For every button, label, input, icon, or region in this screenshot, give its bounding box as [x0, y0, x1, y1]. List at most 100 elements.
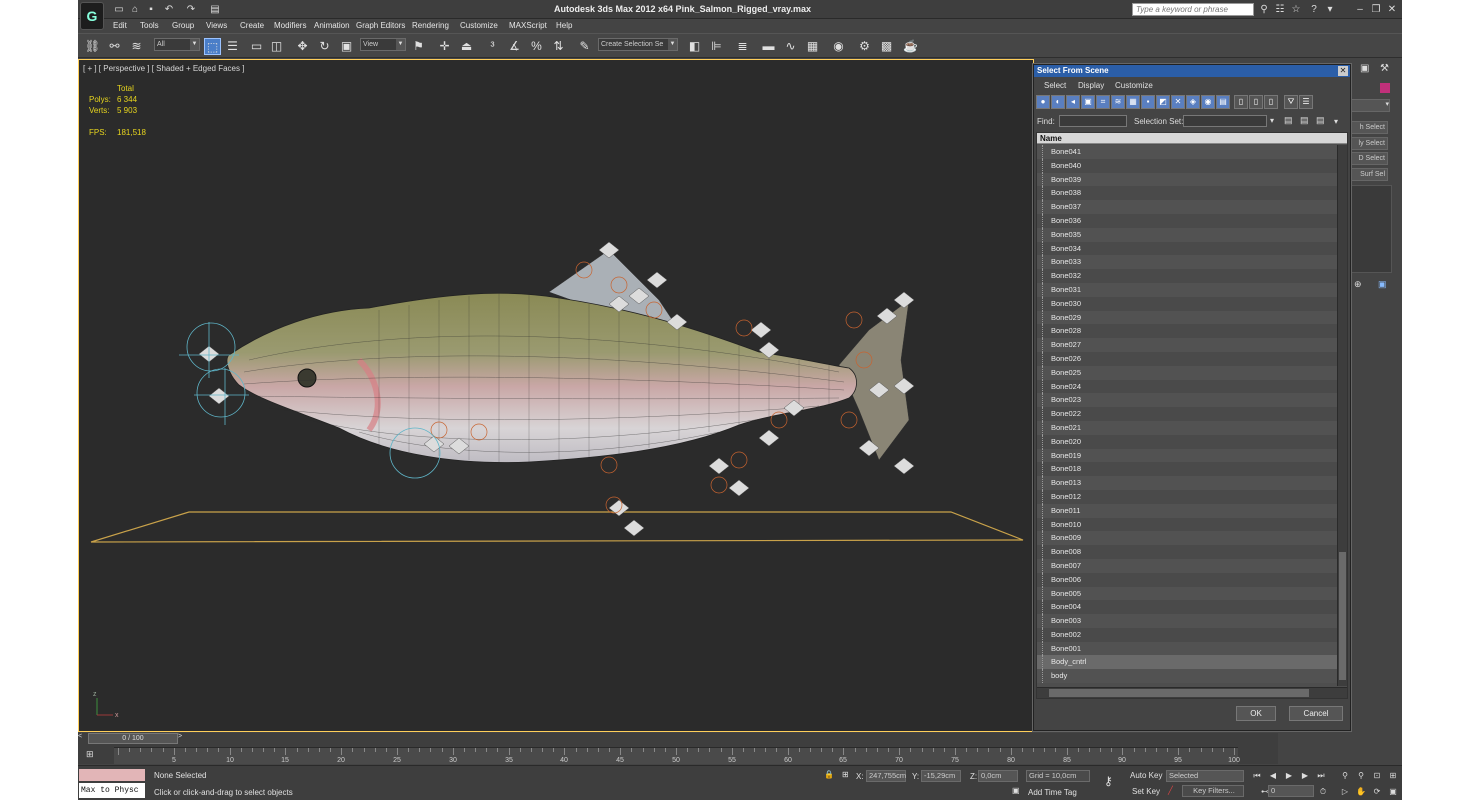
dialog-menu-select[interactable]: Select — [1044, 81, 1066, 90]
list-item[interactable]: Bone024 — [1037, 379, 1337, 394]
display-cameras-icon[interactable]: ▣ — [1081, 95, 1095, 109]
list-item[interactable]: Bone040 — [1037, 158, 1337, 173]
list-item[interactable]: Bone010 — [1037, 517, 1337, 532]
menu-rendering[interactable]: Rendering — [412, 21, 449, 30]
menu-animation[interactable]: Animation — [314, 21, 350, 30]
ok-button[interactable]: OK — [1236, 706, 1276, 721]
z-coordinate-field[interactable]: 0,0cm — [978, 770, 1018, 782]
list-item[interactable]: Bone022 — [1037, 407, 1337, 421]
display-space-warps-icon[interactable]: ≋ — [1111, 95, 1125, 109]
select-object-icon[interactable]: ⬚ — [204, 38, 221, 55]
absolute-mode-icon[interactable]: ⊞ — [842, 770, 849, 779]
list-item[interactable]: Bone003 — [1037, 614, 1337, 628]
list-item[interactable]: Bone009 — [1037, 531, 1337, 546]
modifier-stack[interactable] — [1350, 185, 1392, 273]
time-slider[interactable]: 0 / 100 — [88, 733, 178, 744]
spinner-snap-icon[interactable]: ⇅ — [550, 38, 567, 55]
play-icon[interactable]: ▶ — [1282, 769, 1296, 782]
list-item[interactable]: Bone018 — [1037, 462, 1337, 477]
remove-from-selection-set-icon[interactable]: ▤ — [1316, 115, 1330, 126]
column-header-name[interactable]: Name — [1037, 133, 1347, 144]
list-horizontal-scrollbar[interactable] — [1037, 687, 1347, 698]
select-and-manipulate-icon[interactable]: ✛ — [436, 38, 453, 55]
dialog-menu-customize[interactable]: Customize — [1115, 81, 1153, 90]
listener-swatch[interactable] — [79, 769, 145, 781]
auto-key-button[interactable]: Auto Key — [1130, 771, 1162, 780]
select-and-scale-icon[interactable]: ▣ — [338, 38, 355, 55]
redo-icon[interactable]: ↷ — [184, 3, 198, 16]
list-item[interactable]: Bone008 — [1037, 545, 1337, 559]
display-groups-icon[interactable]: ▦ — [1126, 95, 1140, 109]
set-key-button[interactable]: Set Key — [1132, 787, 1160, 796]
key-filters-button[interactable]: Key Filters... — [1182, 785, 1244, 797]
selection-set-arrow-icon[interactable]: ▾ — [1270, 116, 1280, 125]
rendered-frame-window-icon[interactable]: ▩ — [878, 38, 895, 55]
zoom-extents-all-icon[interactable]: ⊞ — [1386, 769, 1400, 782]
zoom-extents-icon[interactable]: ⊡ — [1370, 769, 1384, 782]
minimize-icon[interactable]: – — [1354, 3, 1366, 16]
list-item[interactable]: Bone028 — [1037, 324, 1337, 339]
display-hidden-icon[interactable]: ◉ — [1201, 95, 1215, 109]
help-dropdown-icon[interactable]: ▾ — [1324, 3, 1336, 16]
pivot-center-icon[interactable]: ⚑ — [410, 38, 427, 55]
select-and-link-icon[interactable]: ⛓ — [84, 38, 101, 55]
sync-selection-icon[interactable]: ▯ — [1264, 95, 1278, 109]
rectangular-selection-icon[interactable]: ▭ — [248, 38, 265, 55]
find-input[interactable] — [1059, 115, 1127, 127]
fd-select-button[interactable]: D Select — [1350, 152, 1388, 165]
perspective-viewport[interactable]: z x [ + ] [ Perspective ] [ Shaded + Edg… — [78, 59, 1034, 732]
dialog-close-icon[interactable]: ✕ — [1338, 66, 1348, 76]
layer-manager-icon[interactable]: ≣ — [734, 38, 751, 55]
timeline-ruler[interactable]: 5 10 15 20 25 30 35 40 45 50 55 60 65 70 75 80 85 90 95 100 — [114, 747, 1240, 764]
unlink-icon[interactable]: ⚯ — [106, 38, 123, 55]
object-color-swatch[interactable] — [1380, 83, 1390, 93]
schematic-view-icon[interactable]: ▦ — [804, 38, 821, 55]
x-coordinate-field[interactable]: 247,755cm — [866, 770, 906, 782]
list-item[interactable]: Bone012 — [1037, 489, 1337, 504]
mirror-icon[interactable]: ◧ — [686, 38, 703, 55]
list-item[interactable]: Bone023 — [1037, 393, 1337, 408]
list-item[interactable]: Bone034 — [1037, 241, 1337, 256]
bind-space-warp-icon[interactable]: ≋ — [128, 38, 145, 55]
align-icon[interactable]: ⊫ — [708, 38, 725, 55]
menu-maxscript[interactable]: MAXScript — [509, 21, 547, 30]
time-configuration-icon[interactable]: ⏱ — [1316, 785, 1330, 798]
curve-editor-icon[interactable]: ∿ — [782, 38, 799, 55]
selection-set-dropdown[interactable] — [1183, 115, 1267, 127]
menu-create[interactable]: Create — [240, 21, 264, 30]
go-to-start-icon[interactable]: ⏮ — [1250, 769, 1264, 782]
select-and-rotate-icon[interactable]: ↻ — [316, 38, 333, 55]
reference-coordinate-dropdown[interactable]: View ▼ — [360, 38, 406, 51]
select-and-move-icon[interactable]: ✥ — [294, 38, 311, 55]
list-item[interactable]: Bone020 — [1037, 434, 1337, 449]
more-options-icon[interactable]: ▾ — [1334, 117, 1344, 126]
list-item[interactable]: Bone038 — [1037, 186, 1337, 201]
create-selection-set-icon[interactable]: ▤ — [1284, 115, 1298, 126]
current-frame-field[interactable]: 0 — [1268, 785, 1314, 797]
display-invert-icon[interactable]: ▯ — [1249, 95, 1263, 109]
render-production-icon[interactable]: ☕ — [902, 38, 919, 55]
viewport-label[interactable]: [ + ] [ Perspective ] [ Shaded + Edged F… — [83, 64, 244, 73]
keyboard-shortcut-override-icon[interactable]: ⏏ — [458, 38, 475, 55]
percent-snap-icon[interactable]: % — [528, 38, 545, 55]
named-selection-dropdown[interactable]: Create Selection Se ▼ — [598, 38, 678, 51]
list-item[interactable]: Bone033 — [1037, 255, 1337, 270]
list-item[interactable]: Bone030 — [1037, 296, 1337, 311]
search-input[interactable]: Type a keyword or phrase — [1132, 3, 1254, 16]
modifier-list-dropdown[interactable]: ▾ — [1350, 99, 1390, 112]
set-keys-icon[interactable]: ⚷ — [1104, 774, 1113, 788]
display-none-icon[interactable]: ▯ — [1234, 95, 1248, 109]
list-item[interactable]: Bone027 — [1037, 338, 1337, 352]
configure-modifier-sets-icon[interactable]: ▣ — [1378, 279, 1387, 290]
time-tag-icon[interactable]: ▣ — [1012, 786, 1020, 795]
menu-views[interactable]: Views — [206, 21, 227, 30]
key-mode-dropdown[interactable]: Selected — [1166, 770, 1244, 782]
pin-stack-icon[interactable]: ⊕ — [1354, 279, 1362, 290]
list-item[interactable]: Bone002 — [1037, 627, 1337, 642]
display-xrefs-icon[interactable]: ▪ — [1141, 95, 1155, 109]
cancel-button[interactable]: Cancel — [1289, 706, 1343, 721]
list-item[interactable]: Bone041 — [1037, 145, 1337, 159]
poly-select-button[interactable]: ly Select — [1350, 137, 1388, 150]
previous-frame-icon[interactable]: ◀ — [1266, 769, 1280, 782]
help-icon[interactable]: ? — [1308, 3, 1320, 16]
